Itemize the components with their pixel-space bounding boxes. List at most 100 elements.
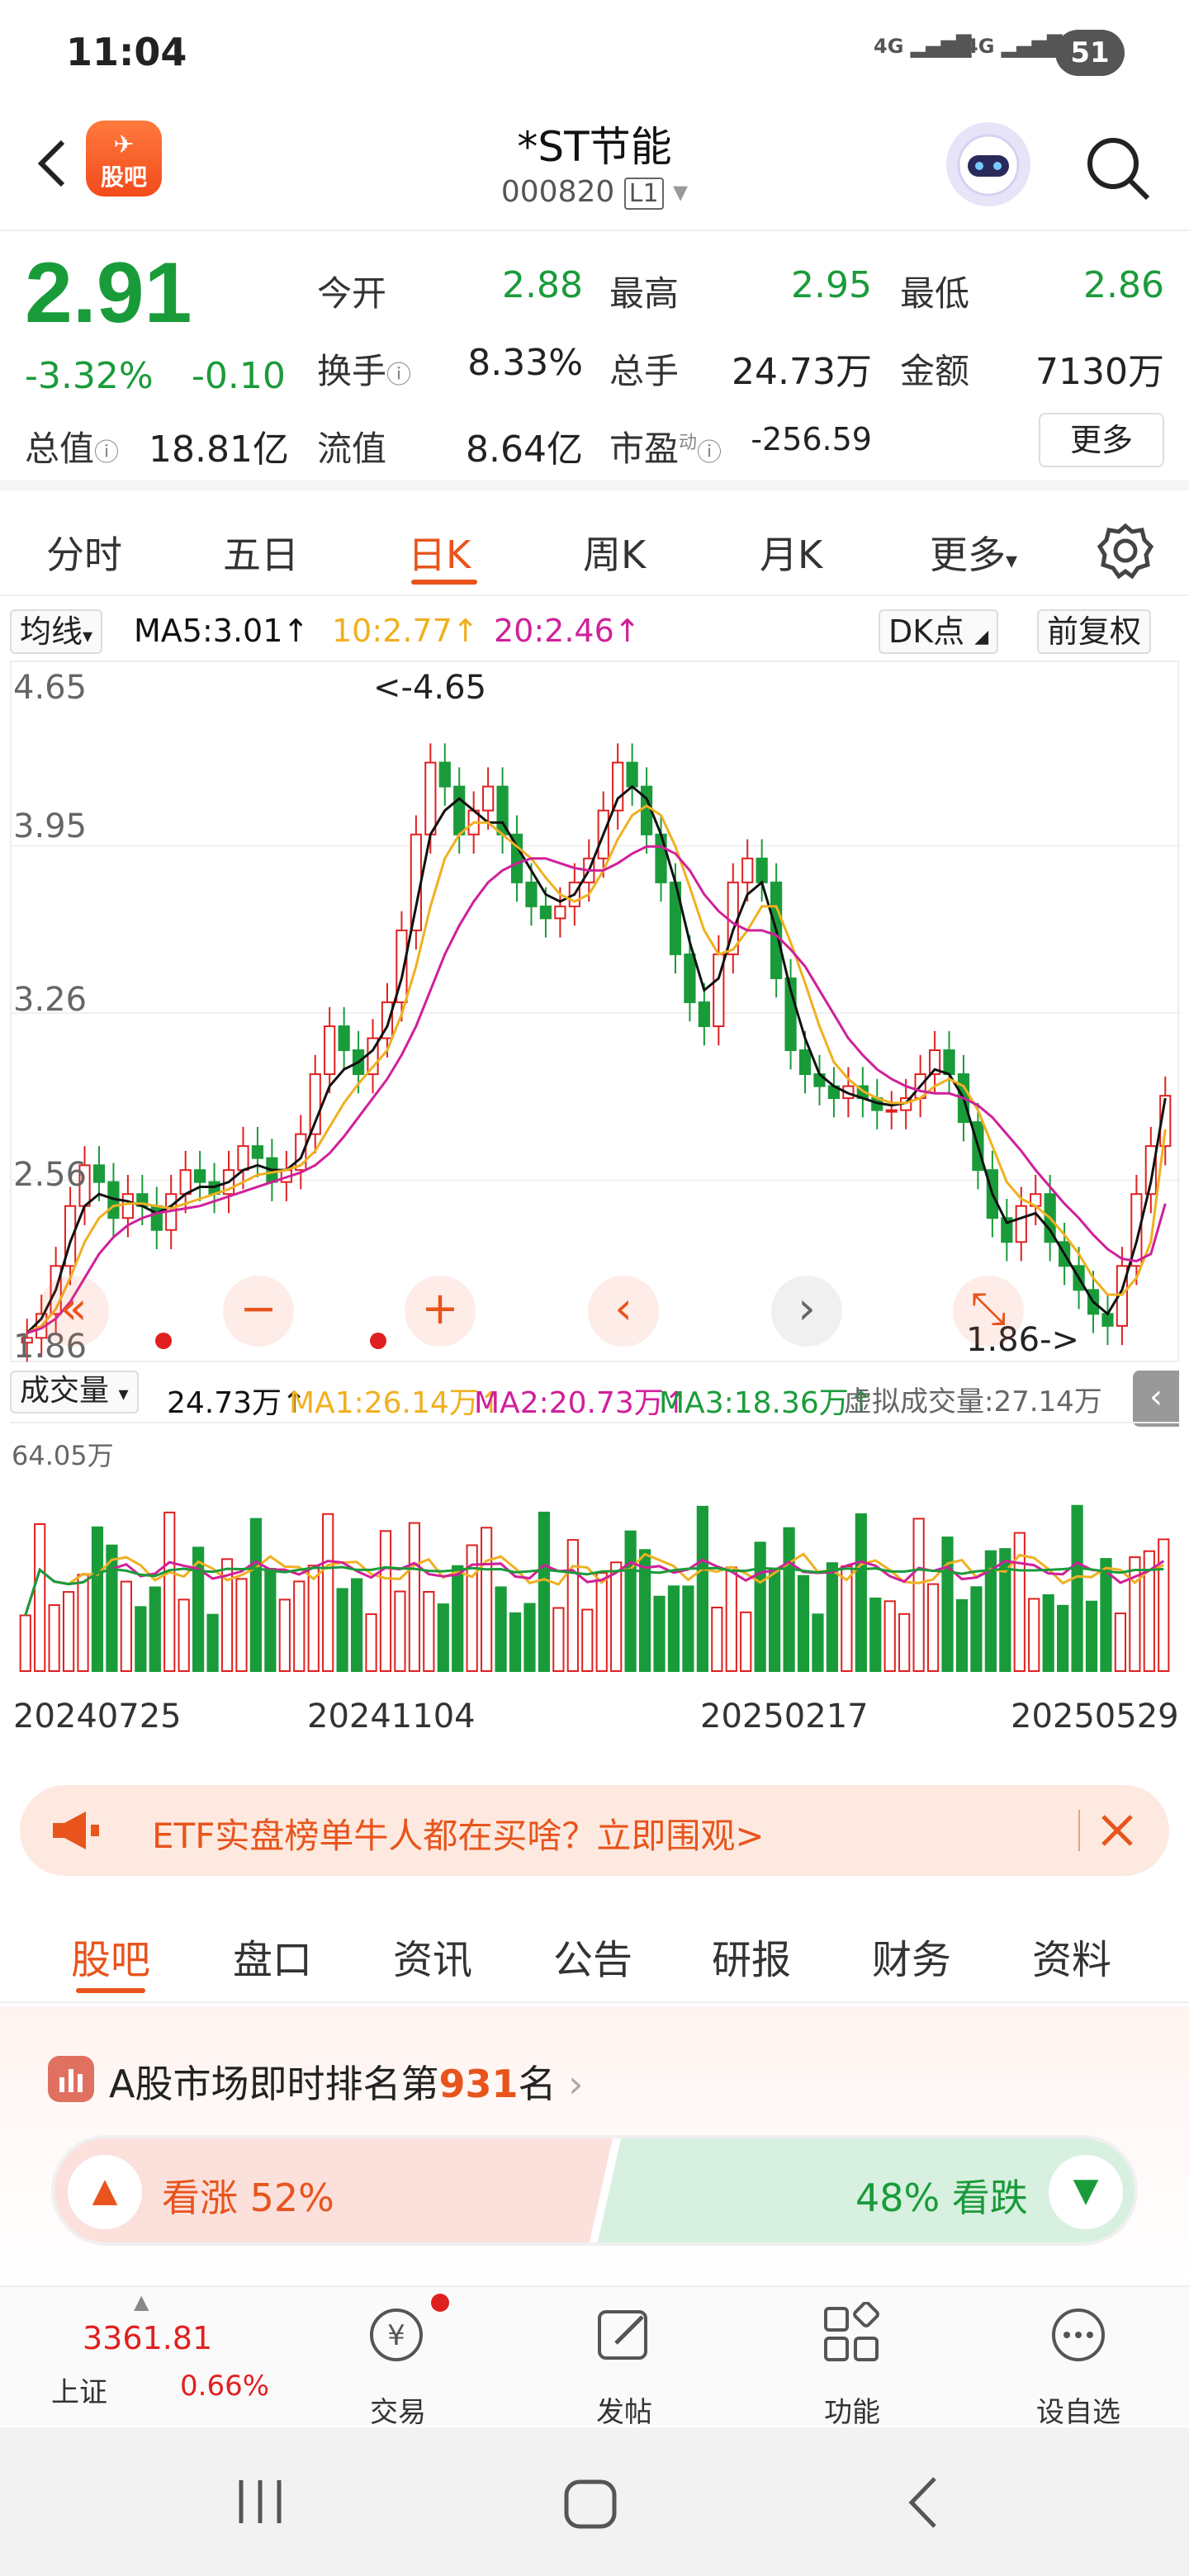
candle xyxy=(510,815,523,902)
edit-post-icon[interactable] xyxy=(591,2302,657,2368)
volume-bar xyxy=(869,1597,882,1672)
volume-indicator-select[interactable]: 成交量 ▾ xyxy=(10,1371,139,1413)
volume-bar xyxy=(178,1598,190,1672)
tab-five-day[interactable]: 五日 xyxy=(223,525,299,580)
candle xyxy=(943,1030,955,1094)
volume-bar xyxy=(77,1574,89,1673)
tab-profile[interactable]: 资料 xyxy=(1032,1927,1111,1985)
candle xyxy=(251,1126,264,1177)
index-value[interactable]: 3361.81 xyxy=(83,2320,212,2356)
volume-bar xyxy=(120,1580,132,1673)
tab-intraday[interactable]: 分时 xyxy=(46,525,122,580)
volume-chart[interactable] xyxy=(10,1422,1179,1686)
tab-pankou[interactable]: 盘口 xyxy=(233,1927,312,1985)
ad-banner[interactable]: ETF实盘榜单牛人都在买啥？立即围观> xyxy=(20,1785,1169,1876)
market-rank[interactable]: A股市场即时排名第931名 › xyxy=(109,2054,584,2109)
scroll-right-button[interactable]: › xyxy=(771,1276,842,1347)
active-tab-indicator xyxy=(411,580,477,585)
volume-bar xyxy=(307,1565,320,1672)
info-icon[interactable]: ⓘ xyxy=(697,438,722,467)
x-tick-label: 20250217 xyxy=(700,1698,869,1735)
more-stats-button[interactable]: 更多 xyxy=(1039,413,1164,467)
banner-text: ETF实盘榜单牛人都在买啥？立即围观> xyxy=(152,1816,765,1856)
event-dot[interactable] xyxy=(370,1333,386,1349)
bull-arrow-icon[interactable]: ▲ xyxy=(68,2155,142,2229)
candle xyxy=(438,743,451,806)
collapse-side-icon[interactable]: ‹ xyxy=(1133,1371,1179,1427)
vote-down-text[interactable]: 48% 看跌 xyxy=(855,2168,1028,2223)
volume-bar xyxy=(812,1613,824,1672)
ai-robot-avatar[interactable] xyxy=(946,122,1030,206)
kline-chart[interactable] xyxy=(10,661,1181,1362)
stat-label: 金额 xyxy=(900,351,970,391)
recent-apps-icon[interactable] xyxy=(231,2477,289,2526)
system-nav-bar xyxy=(0,2427,1189,2576)
info-icon[interactable]: ⓘ xyxy=(386,361,411,390)
volume-bar xyxy=(278,1598,291,1672)
x-tick-label: 20250529 xyxy=(1011,1698,1179,1735)
tab-research[interactable]: 研报 xyxy=(712,1927,791,1985)
stat-value: 24.73万 xyxy=(732,351,872,393)
back-nav-icon[interactable] xyxy=(900,2474,950,2531)
apps-icon[interactable] xyxy=(819,2302,885,2368)
gear-icon[interactable] xyxy=(1097,522,1154,580)
volume-bar xyxy=(423,1590,435,1672)
close-icon[interactable] xyxy=(1098,1811,1136,1849)
trade-icon[interactable]: ¥ xyxy=(363,2302,429,2368)
tab-daily-k[interactable]: 日K xyxy=(408,525,471,580)
event-dot[interactable] xyxy=(155,1333,172,1349)
tab-weekly-k[interactable]: 周K xyxy=(583,525,646,580)
volume-bar xyxy=(19,1614,31,1672)
volume-bar xyxy=(379,1530,392,1672)
zoom-out-button[interactable]: − xyxy=(223,1276,294,1347)
volume-bar xyxy=(826,1562,839,1672)
signal-icon-2: 4G ▂▄▆█ xyxy=(964,35,1063,58)
volume-bar xyxy=(149,1586,161,1672)
nav-functions[interactable]: 功能 xyxy=(794,2389,910,2430)
y-tick-label: 3.26 xyxy=(13,981,88,1019)
candle xyxy=(827,1067,841,1118)
volume-bar xyxy=(725,1566,737,1673)
dk-point-button[interactable]: DK点 ◢ xyxy=(879,609,999,654)
tab-announcements[interactable]: 公告 xyxy=(553,1927,632,1985)
home-icon[interactable] xyxy=(561,2477,619,2531)
zoom-in-button[interactable]: + xyxy=(405,1276,476,1347)
more-dots-icon[interactable] xyxy=(1045,2302,1111,2368)
nav-add-watchlist[interactable]: 设自选 xyxy=(1021,2389,1136,2430)
candle xyxy=(338,1006,350,1070)
stat-value: 2.86 xyxy=(1083,264,1164,306)
candle xyxy=(713,935,725,1046)
tab-guba[interactable]: 股吧 xyxy=(71,1927,150,1985)
adjust-button[interactable]: 前复权 xyxy=(1037,609,1152,654)
volume-bar xyxy=(452,1565,464,1672)
search-icon[interactable] xyxy=(1080,130,1154,205)
candle xyxy=(1001,1199,1013,1262)
volume-bar xyxy=(682,1585,694,1672)
vote-up-text[interactable]: 看涨 52% xyxy=(162,2168,334,2223)
volume-bar xyxy=(1042,1593,1054,1672)
nav-post[interactable]: 发帖 xyxy=(566,2389,682,2430)
volume-bar xyxy=(523,1603,536,1673)
active-tab-indicator xyxy=(76,1988,145,1993)
tab-monthly-k[interactable]: 月K xyxy=(760,525,822,580)
volume-bar xyxy=(293,1580,306,1672)
indicator-select[interactable]: 均线▾ xyxy=(10,609,103,654)
stat-value: 8.33% xyxy=(467,342,583,384)
info-icon[interactable]: ⓘ xyxy=(94,438,119,467)
tab-finance[interactable]: 财务 xyxy=(872,1927,951,1985)
volume-bar xyxy=(365,1613,377,1673)
volume-bar xyxy=(206,1613,219,1672)
tab-more[interactable]: 更多▾ xyxy=(930,525,1017,580)
ma10-line xyxy=(26,804,1167,1334)
ma20-value: 20:2.46↑ xyxy=(494,613,641,649)
fullscreen-button[interactable]: ⤡ xyxy=(953,1276,1024,1347)
ma10-value: 10:2.77↑ xyxy=(332,613,479,649)
volume-bar xyxy=(1158,1538,1170,1672)
bear-arrow-icon[interactable]: ▼ xyxy=(1049,2155,1123,2229)
scroll-start-button[interactable]: « xyxy=(38,1276,109,1347)
tab-news[interactable]: 资讯 xyxy=(393,1927,472,1985)
scroll-left-button[interactable]: ‹ xyxy=(588,1276,659,1347)
nav-trade[interactable]: 交易 xyxy=(340,2389,456,2430)
candle xyxy=(496,767,509,854)
volume-bar xyxy=(552,1607,565,1673)
